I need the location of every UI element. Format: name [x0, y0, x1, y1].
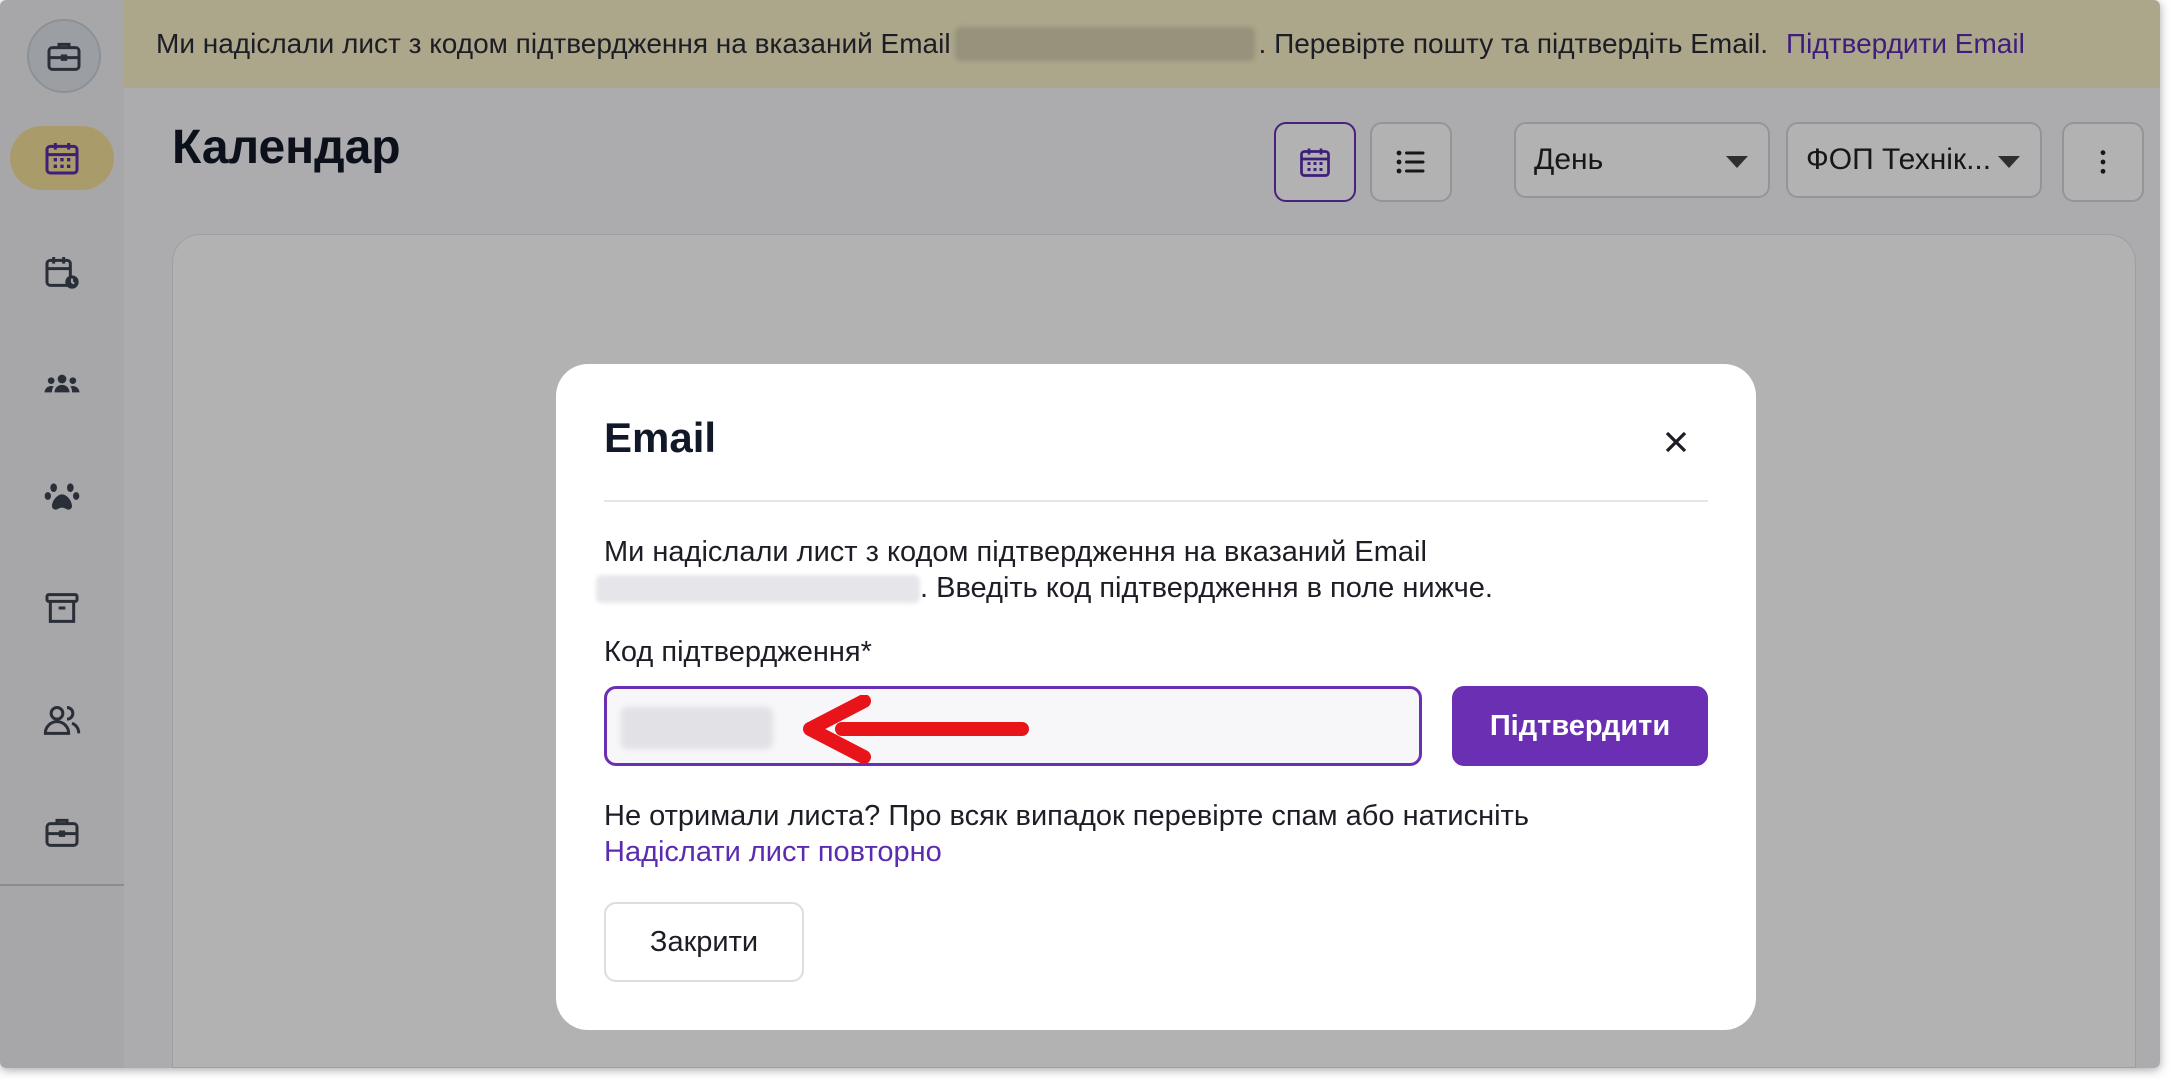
resend-hint: Не отримали листа? Про всяк випадок пере…: [604, 798, 1714, 870]
annotation-arrow: [803, 695, 1029, 763]
code-field-label: Код підтвердження*: [604, 636, 872, 668]
confirm-button[interactable]: Підтвердити: [1452, 686, 1708, 766]
description-line2: . Введіть код підтвердження в поле нижче…: [920, 572, 1493, 604]
redacted-code: [621, 707, 773, 749]
hint-text: Не отримали листа? Про всяк випадок пере…: [604, 800, 1529, 832]
email-verification-modal: Email Ми надіслали лист з кодом підтверд…: [556, 364, 1756, 1030]
modal-divider: [604, 500, 1708, 502]
close-button[interactable]: Закрити: [604, 902, 804, 982]
description-line1: Ми надіслали лист з кодом підтвердження …: [604, 536, 1427, 568]
app-window: Ми надіслали лист з кодом підтвердження …: [0, 0, 2160, 1068]
redacted-email: [596, 575, 920, 604]
modal-title: Email: [604, 414, 717, 461]
resend-email-link[interactable]: Надіслати лист повторно: [604, 836, 942, 868]
modal-description: Ми надіслали лист з кодом підтвердження …: [596, 534, 1714, 606]
close-icon[interactable]: [1658, 424, 1694, 460]
